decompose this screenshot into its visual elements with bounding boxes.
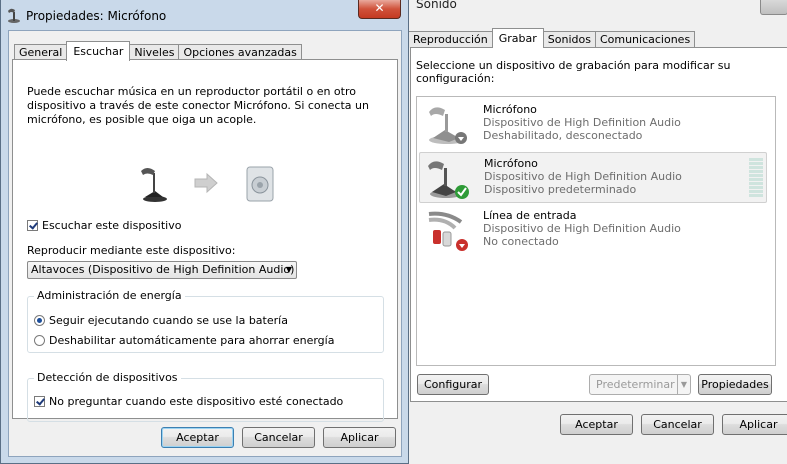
listen-checkbox-row[interactable]: Escuchar este dispositivo — [27, 219, 181, 232]
set-default-label: Predeterminar — [596, 378, 675, 391]
recording-instructions: Seleccione un dispositivo de grabación p… — [416, 59, 731, 85]
chevron-down-icon: ▼ — [676, 375, 687, 394]
playback-device-select[interactable]: Altavoces (Dispositivo de High Definitio… — [27, 261, 297, 279]
tab-grabar[interactable]: Grabar — [491, 28, 544, 48]
chevron-down-icon: ▼ — [285, 265, 292, 274]
power-management-group: Administración de energía Seguir ejecuta… — [27, 289, 384, 353]
radio-button-selected[interactable] — [34, 315, 45, 326]
no-prompt-checkbox-row[interactable]: No preguntar cuando este dispositivo est… — [34, 395, 343, 408]
properties-dialog: Propiedades: Micrófono ✕ General Escucha… — [0, 0, 409, 464]
listen-tab-panel: Puede escuchar música en un reproductor … — [12, 59, 398, 422]
properties-dialog-title: Propiedades: Micrófono — [26, 9, 167, 23]
list-item[interactable]: Micrófono Dispositivo de High Definition… — [419, 99, 767, 150]
set-default-button: Predeterminar ▼ — [589, 374, 691, 395]
radio-label: Seguir ejecutando cuando se use la bater… — [49, 314, 288, 327]
recording-device-list[interactable]: Micrófono Dispositivo de High Definition… — [416, 96, 776, 366]
mic-to-speaker-illustration — [141, 166, 274, 202]
playback-device-value: Altavoces (Dispositivo de High Definitio… — [31, 263, 295, 276]
properties-client-area: General Escuchar Niveles Opciones avanza… — [8, 30, 402, 457]
device-detection-group: Detección de dispositivos No preguntar c… — [27, 371, 384, 422]
sound-ok-button[interactable]: Aceptar — [560, 414, 633, 435]
no-prompt-checkbox[interactable] — [34, 396, 45, 407]
tab-reproduccion[interactable]: Reproducción — [408, 31, 493, 48]
configure-button[interactable]: Configurar — [417, 374, 489, 395]
device-status: Dispositivo predeterminado — [484, 183, 637, 196]
listen-checkbox-label: Escuchar este dispositivo — [42, 219, 182, 232]
radio-button[interactable] — [34, 335, 45, 346]
sound-dialog-title: Sonido — [416, 0, 457, 11]
cancel-button[interactable]: Cancelar — [242, 427, 315, 448]
microphone-icon — [141, 168, 167, 202]
sound-close-button[interactable] — [760, 0, 787, 15]
speaker-icon — [246, 166, 274, 202]
tab-escuchar[interactable]: Escuchar — [66, 41, 131, 61]
listen-description: Puede escuchar música en un reproductor … — [27, 85, 369, 126]
apply-button[interactable]: Aplicar — [323, 427, 396, 448]
ok-button[interactable]: Aceptar — [161, 427, 234, 448]
properties-tab-bar: General Escuchar Niveles Opciones avanza… — [14, 41, 302, 61]
device-description: Dispositivo de High Definition Audio — [484, 170, 682, 183]
level-meter — [749, 158, 763, 198]
device-description: Dispositivo de High Definition Audio — [483, 222, 681, 235]
properties-button[interactable]: Propiedades — [698, 374, 772, 395]
device-name: Línea de entrada — [483, 209, 577, 222]
line-in-icon — [428, 211, 468, 251]
radio-auto-disable[interactable]: Deshabilitar automáticamente para ahorra… — [34, 334, 334, 347]
device-description: Dispositivo de High Definition Audio — [483, 116, 681, 129]
tab-comunicaciones[interactable]: Comunicaciones — [594, 31, 696, 48]
device-status: No conectado — [483, 235, 559, 248]
tab-sonidos[interactable]: Sonidos — [542, 31, 596, 48]
list-item[interactable]: Línea de entrada Dispositivo de High Def… — [419, 205, 767, 256]
microphone-disabled-icon — [429, 107, 467, 144]
sound-dialog-footer: Aceptar Cancelar Aplicar — [404, 403, 787, 464]
radio-keep-running[interactable]: Seguir ejecutando cuando se use la bater… — [34, 314, 288, 327]
listen-checkbox[interactable] — [27, 220, 38, 231]
microphone-default-icon — [428, 161, 469, 199]
device-status: Deshabilitado, desconectado — [483, 129, 643, 142]
device-detection-title: Detección de dispositivos — [34, 371, 181, 384]
no-prompt-checkbox-label: No preguntar cuando este dispositivo est… — [49, 395, 344, 408]
sound-tab-bar: Reproducción Grabar Sonidos Comunicacion… — [408, 28, 696, 48]
sound-apply-button[interactable]: Aplicar — [722, 414, 787, 435]
list-item-selected[interactable]: Micrófono Dispositivo de High Definition… — [419, 152, 767, 203]
device-name: Micrófono — [483, 103, 537, 116]
close-button[interactable]: ✕ — [358, 0, 401, 19]
playback-device-label: Reproducir mediante este dispositivo: — [27, 244, 236, 257]
power-management-title: Administración de energía — [34, 289, 185, 302]
arrow-right-icon — [194, 172, 218, 194]
sound-cancel-button[interactable]: Cancelar — [641, 414, 714, 435]
radio-label: Deshabilitar automáticamente para ahorra… — [49, 334, 335, 347]
device-name: Micrófono — [484, 157, 538, 170]
microphone-icon — [8, 8, 20, 23]
sound-dialog: Sonido Reproducción Grabar Sonidos Comun… — [403, 0, 787, 464]
